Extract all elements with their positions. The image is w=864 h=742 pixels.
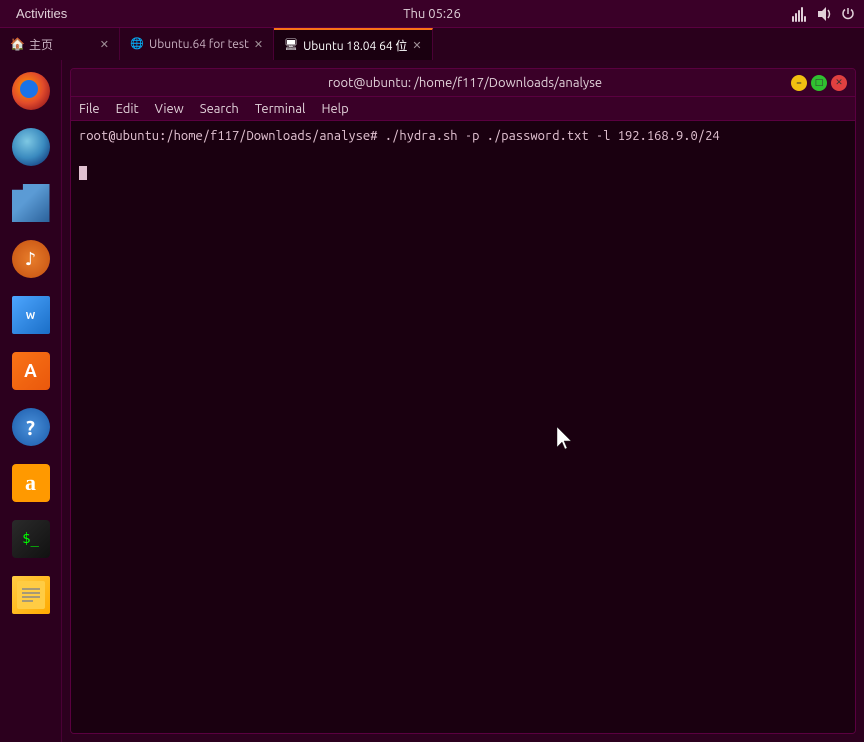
tab-ubuntu-pos[interactable]: 🖥 Ubuntu 18.04 64 位 ✕ xyxy=(274,28,433,60)
sidebar: W A ? a $_ xyxy=(0,60,62,742)
menu-edit[interactable]: Edit xyxy=(116,102,139,116)
tab-ubuntu-test-label: Ubuntu.64 for test xyxy=(149,38,249,51)
activities-button[interactable]: Activities xyxy=(8,4,75,23)
firefox-icon xyxy=(12,72,50,110)
files-icon xyxy=(12,184,50,222)
menu-view[interactable]: View xyxy=(155,102,184,116)
notes-icon xyxy=(12,576,50,614)
terminal-cursor xyxy=(79,166,87,180)
win-controls: – □ ✕ xyxy=(791,75,847,91)
top-bar-clock: Thu 05:26 xyxy=(403,7,461,21)
browser-tab-icon: 🌐 xyxy=(130,37,144,51)
sidebar-item-help[interactable]: ? xyxy=(4,400,58,454)
network-icon[interactable] xyxy=(792,6,808,22)
home-tab-icon: 🏠 xyxy=(10,37,24,51)
sidebar-item-appstore[interactable]: A xyxy=(4,344,58,398)
terminal-window: root@ubuntu: /home/f117/Downloads/analys… xyxy=(70,68,856,734)
tab-ubuntu-test-close[interactable]: ✕ xyxy=(254,38,263,51)
terminal-icon: $_ xyxy=(12,520,50,558)
terminal-tab-icon: 🖥 xyxy=(284,38,298,52)
terminal-body[interactable]: root@ubuntu:/home/f117/Downloads/analyse… xyxy=(71,121,855,733)
taskbar: 🏠 主页 ✕ 🌐 Ubuntu.64 for test ✕ 🖥 Ubuntu 1… xyxy=(0,28,864,60)
amazon-icon: a xyxy=(12,464,50,502)
appstore-icon: A xyxy=(12,352,50,390)
terminal-title: root@ubuntu: /home/f117/Downloads/analys… xyxy=(139,76,791,90)
sidebar-item-thunderbird[interactable] xyxy=(4,120,58,174)
menu-file[interactable]: File xyxy=(79,102,100,116)
sidebar-item-amazon[interactable]: a xyxy=(4,456,58,510)
close-button[interactable]: ✕ xyxy=(831,75,847,91)
terminal-container: root@ubuntu: /home/f117/Downloads/analys… xyxy=(62,60,864,742)
sidebar-item-terminal[interactable]: $_ xyxy=(4,512,58,566)
maximize-button[interactable]: □ xyxy=(811,75,827,91)
menu-help[interactable]: Help xyxy=(321,102,348,116)
tab-home-close[interactable]: ✕ xyxy=(100,38,109,51)
writer-icon: W xyxy=(12,296,50,334)
power-icon[interactable] xyxy=(840,6,856,22)
minimize-button[interactable]: – xyxy=(791,75,807,91)
terminal-menu: File Edit View Search Terminal Help xyxy=(71,97,855,121)
sidebar-item-files[interactable] xyxy=(4,176,58,230)
sidebar-item-writer[interactable]: W xyxy=(4,288,58,342)
terminal-command-line: root@ubuntu:/home/f117/Downloads/analyse… xyxy=(79,127,847,145)
top-bar: Activities Thu 05:26 xyxy=(0,0,864,28)
tab-home[interactable]: 🏠 主页 ✕ xyxy=(0,28,120,60)
tab-ubuntu-test[interactable]: 🌐 Ubuntu.64 for test ✕ xyxy=(120,28,274,60)
rhythmbox-icon xyxy=(12,240,50,278)
top-bar-left: Activities xyxy=(8,4,75,23)
terminal-titlebar: root@ubuntu: /home/f117/Downloads/analys… xyxy=(71,69,855,97)
help-icon: ? xyxy=(12,408,50,446)
volume-icon[interactable] xyxy=(816,6,832,22)
top-bar-right xyxy=(792,6,856,22)
tab-ubuntu-pos-close[interactable]: ✕ xyxy=(412,39,421,52)
thunderbird-icon xyxy=(12,128,50,166)
sidebar-item-firefox[interactable] xyxy=(4,64,58,118)
menu-search[interactable]: Search xyxy=(200,102,239,116)
sidebar-item-rhythmbox[interactable] xyxy=(4,232,58,286)
tab-ubuntu-pos-label: Ubuntu 18.04 64 位 xyxy=(303,37,407,54)
menu-terminal[interactable]: Terminal xyxy=(255,102,306,116)
mouse-cursor xyxy=(557,427,577,455)
main-layout: W A ? a $_ xyxy=(0,60,864,742)
tab-home-label: 主页 xyxy=(29,36,53,53)
sidebar-item-notes[interactable] xyxy=(4,568,58,622)
